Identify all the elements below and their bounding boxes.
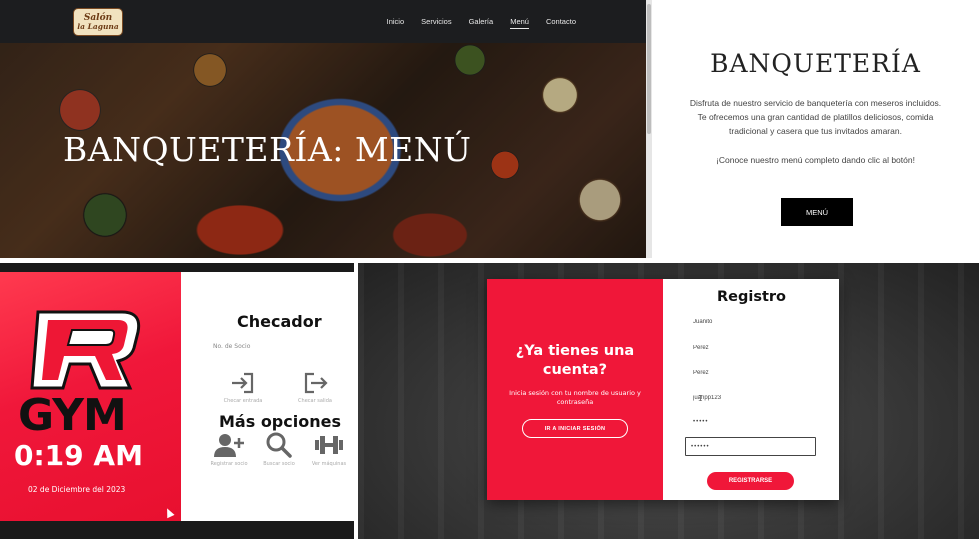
- check-in-tile[interactable]: Checar entrada: [217, 371, 269, 404]
- menu-button[interactable]: MENÚ: [781, 198, 853, 226]
- clock-date: 02 de Diciembre del 2023: [28, 485, 126, 494]
- apellido-paterno-input[interactable]: [693, 341, 823, 355]
- logo-line-2: la Laguna: [77, 21, 119, 31]
- page-scrollbar[interactable]: [646, 0, 652, 258]
- salon-logo[interactable]: Salón la Laguna: [73, 8, 123, 36]
- go-to-login-button[interactable]: IR A INICIAR SESIÓN: [522, 419, 628, 438]
- add-member-label: Registrar socio: [210, 461, 248, 467]
- nav-links: Inicio Servicios Galería Menú Contacto: [387, 0, 576, 43]
- gym-app-window: GYM 0:19 AM 02 de Diciembre del 2023 Che…: [0, 263, 354, 539]
- clock-time: 0:19 AM: [14, 439, 143, 472]
- more-options-title: Más opciones: [219, 412, 341, 431]
- machines-label: Ver máquinas: [311, 461, 347, 467]
- nav-link-menu[interactable]: Menú: [510, 15, 529, 29]
- password-input[interactable]: [693, 415, 823, 429]
- login-prompt-panel: ¿Ya tienes una cuenta? Inicia sesión con…: [487, 279, 663, 500]
- nav-link-servicios[interactable]: Servicios: [421, 15, 451, 28]
- login-prompt-title: ¿Ya tienes una cuenta?: [515, 343, 635, 378]
- nav-link-contacto[interactable]: Contacto: [546, 15, 576, 28]
- registro-page: ¿Ya tienes una cuenta? Inicia sesión con…: [358, 263, 979, 539]
- hero-banner: Salón la Laguna Inicio Servicios Galería…: [0, 0, 646, 258]
- top-navbar: Salón la Laguna Inicio Servicios Galería…: [0, 0, 646, 43]
- login-prompt-text: Inicia sesión con tu nombre de usuario y…: [509, 389, 641, 406]
- register-button[interactable]: REGISTRARSE: [707, 472, 794, 490]
- screenshot-collage: Salón la Laguna Inicio Servicios Galería…: [0, 0, 979, 539]
- search-member-tile[interactable]: Buscar socio: [253, 432, 305, 467]
- scrollbar-thumb[interactable]: [647, 4, 651, 134]
- login-arrow-icon: [232, 372, 254, 394]
- add-member-tile[interactable]: Registrar socio: [203, 432, 255, 467]
- hero-title: BANQUETERÍA: MENÚ: [63, 130, 472, 169]
- registro-title: Registro: [717, 289, 787, 305]
- banquet-info-panel: BANQUETERÍA Disfruta de nuestro servicio…: [652, 0, 979, 258]
- check-out-tile[interactable]: Checar salida: [289, 371, 341, 404]
- machines-tile[interactable]: Ver máquinas: [303, 432, 355, 467]
- mouse-cursor-icon: [163, 506, 175, 519]
- registro-card: ¿Ya tienes una cuenta? Inicia sesión con…: [487, 279, 839, 500]
- apellido-materno-input[interactable]: [693, 366, 823, 380]
- gym-brand-word: GYM: [18, 390, 127, 441]
- text-cursor-icon: I: [698, 394, 703, 403]
- call-to-action-text: ¡Conoce nuestro menú completo dando clic…: [716, 155, 915, 165]
- confirm-password-input[interactable]: [685, 437, 816, 456]
- check-in-label: Checar entrada: [223, 398, 263, 404]
- logout-arrow-icon: [304, 372, 328, 394]
- dumbbell-icon: [315, 436, 343, 454]
- nav-link-inicio[interactable]: Inicio: [387, 15, 405, 28]
- search-member-label: Buscar socio: [263, 461, 295, 467]
- section-title: BANQUETERÍA: [710, 49, 921, 78]
- check-out-label: Checar salida: [298, 398, 332, 404]
- search-icon: [266, 432, 292, 458]
- socio-number-field[interactable]: No. de Socio: [213, 343, 250, 350]
- nombre-input[interactable]: [693, 315, 823, 329]
- registro-form: Registro I REGISTRARSE: [663, 279, 839, 500]
- usuario-input[interactable]: [693, 391, 823, 405]
- section-description: Disfruta de nuestro servicio de banquete…: [689, 98, 942, 136]
- r-gym-logo-icon: [30, 310, 141, 390]
- checador-panel: Checador No. de Socio Checar entrada Che…: [181, 272, 354, 521]
- checador-title: Checador: [237, 312, 322, 331]
- nav-link-galeria[interactable]: Galería: [469, 15, 494, 28]
- add-user-icon: [214, 434, 244, 457]
- gym-brand-panel: GYM 0:19 AM 02 de Diciembre del 2023: [0, 272, 181, 521]
